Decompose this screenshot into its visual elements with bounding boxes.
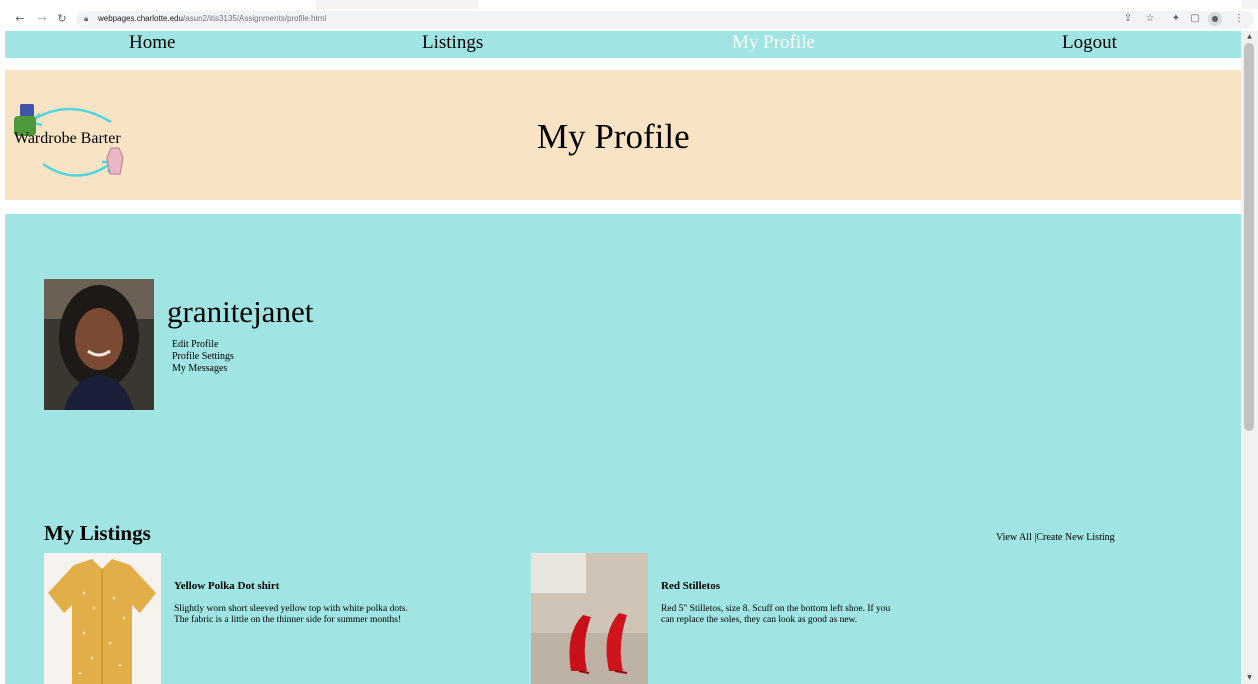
avatar — [44, 279, 154, 410]
page: Home Listings My Profile Logout Wardrobe… — [5, 31, 1241, 684]
lock-icon[interactable]: 🔒︎ — [84, 13, 92, 25]
browser-tab[interactable] — [0, 0, 316, 9]
browser-chrome: ← → ↻ 🔒︎ webpages.charlotte.edu/asun2/it… — [0, 0, 1258, 31]
menu-icon[interactable]: ⋮ — [1232, 12, 1246, 26]
profile-settings-link[interactable]: Profile Settings — [172, 351, 234, 363]
tab-strip — [0, 0, 1258, 9]
page-title: My Profile — [537, 117, 690, 156]
listing-description: Slightly worn short sleeved yellow top w… — [174, 604, 408, 625]
listing-image[interactable] — [531, 553, 648, 684]
browser-tab-area — [478, 0, 1242, 9]
listing-title[interactable]: Yellow Polka Dot shirt — [174, 579, 279, 593]
profile-links: Edit Profile Profile Settings My Message… — [172, 339, 234, 375]
nav-listings[interactable]: Listings — [422, 31, 483, 55]
listing-description: Red 5" Stilletos, size 8. Scuff on the b… — [661, 604, 891, 625]
logo-text: Wardrobe Barter — [14, 130, 121, 147]
listing-image[interactable] — [44, 553, 161, 684]
star-icon[interactable]: ☆ — [1143, 12, 1157, 26]
scrollbar-thumb[interactable] — [1244, 43, 1254, 431]
nav-logout[interactable]: Logout — [1062, 31, 1117, 55]
scrollbar[interactable]: ▲ ▼ — [1241, 31, 1258, 684]
view-all-link[interactable]: View All — [996, 532, 1032, 543]
share-icon[interactable]: ⇪ — [1121, 12, 1135, 26]
reload-icon[interactable]: ↻ — [54, 11, 70, 27]
username: granitejanet — [167, 294, 314, 329]
create-listing-link[interactable]: Create New Listing — [1036, 532, 1114, 543]
top-nav: Home Listings My Profile Logout — [5, 31, 1241, 58]
edit-profile-link[interactable]: Edit Profile — [172, 339, 234, 351]
scroll-up-icon[interactable]: ▲ — [1245, 33, 1254, 41]
scroll-down-icon[interactable]: ▼ — [1245, 674, 1254, 682]
header-banner: Wardrobe Barter My Profile — [5, 70, 1241, 200]
profile-section: granitejanet Edit Profile Profile Settin… — [5, 214, 1241, 684]
profile-icon[interactable]: ● — [1208, 12, 1222, 26]
forward-icon[interactable]: → — [34, 11, 50, 27]
listing-title[interactable]: Red Stilletos — [661, 579, 720, 593]
back-icon[interactable]: ← — [12, 11, 28, 27]
sidepanel-icon[interactable]: ▢ — [1188, 12, 1202, 26]
url-text[interactable]: webpages.charlotte.edu/asun2/itis3135/As… — [98, 13, 326, 25]
listings-heading: My Listings — [44, 521, 151, 545]
extensions-icon[interactable]: ✦ — [1169, 12, 1183, 26]
nav-my-profile[interactable]: My Profile — [732, 31, 815, 55]
listing-actions: View All |Create New Listing — [996, 532, 1115, 544]
nav-home[interactable]: Home — [129, 31, 175, 55]
my-messages-link[interactable]: My Messages — [172, 363, 234, 375]
